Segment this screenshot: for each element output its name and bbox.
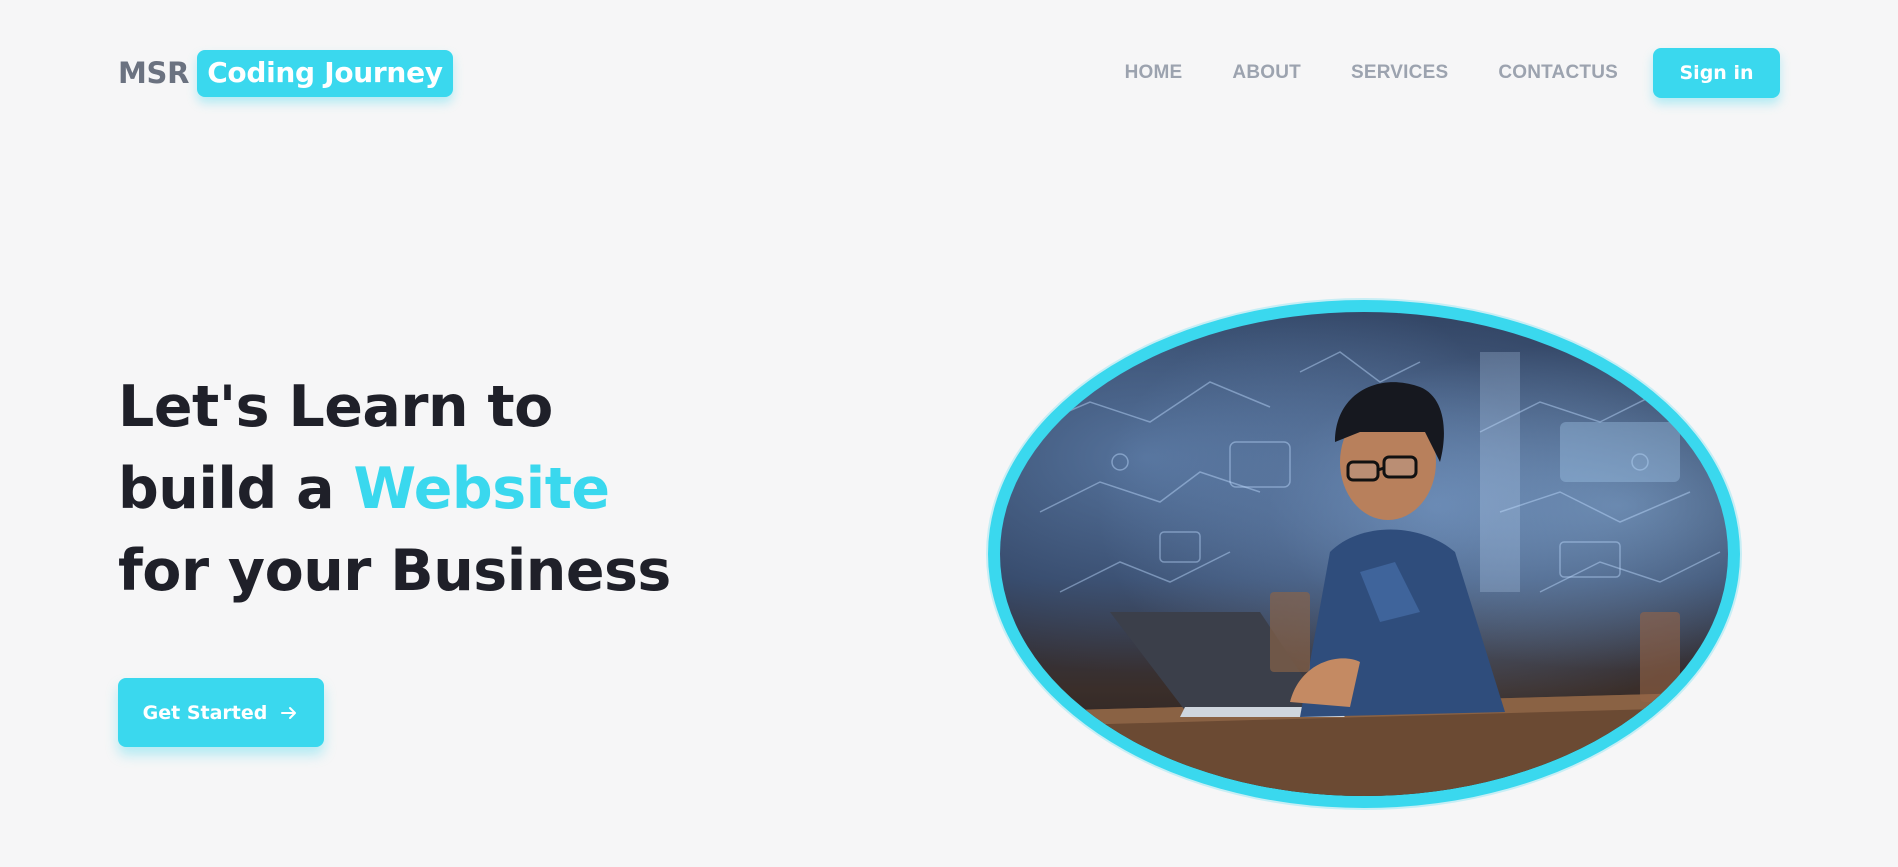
nav-link-home[interactable]: HOME bbox=[1125, 62, 1183, 84]
hero-heading: Let's Learn to build a Website for your … bbox=[118, 366, 758, 612]
hero-image-frame bbox=[988, 300, 1740, 808]
landing-page: MSR Coding Journey HOME ABOUT SERVICES C… bbox=[0, 0, 1898, 867]
hero-line-1: Let's Learn to bbox=[118, 374, 553, 440]
logo-prefix: MSR bbox=[118, 56, 190, 90]
get-started-button[interactable]: Get Started bbox=[118, 678, 324, 747]
logo-badge: Coding Journey bbox=[197, 49, 453, 97]
nav-link-contactus[interactable]: CONTACTUS bbox=[1498, 62, 1618, 84]
arrow-right-icon bbox=[279, 703, 299, 723]
sign-in-button[interactable]: Sign in bbox=[1653, 48, 1780, 98]
site-header: MSR Coding Journey HOME ABOUT SERVICES C… bbox=[118, 48, 1780, 98]
hero-image bbox=[1000, 312, 1728, 796]
boy-coding-illustration bbox=[1000, 351, 1728, 796]
nav-link-services[interactable]: SERVICES bbox=[1351, 62, 1448, 84]
hero-line-2-prefix: build a bbox=[118, 456, 354, 522]
hero-line-2-accent: Website bbox=[353, 456, 610, 522]
hero-line-3: for your Business bbox=[118, 538, 671, 604]
site-logo[interactable]: MSR Coding Journey bbox=[118, 49, 453, 97]
get-started-label: Get Started bbox=[142, 701, 268, 724]
nav-link-about[interactable]: ABOUT bbox=[1232, 62, 1301, 84]
main-nav: HOME ABOUT SERVICES CONTACTUS Sign in bbox=[1125, 48, 1780, 98]
